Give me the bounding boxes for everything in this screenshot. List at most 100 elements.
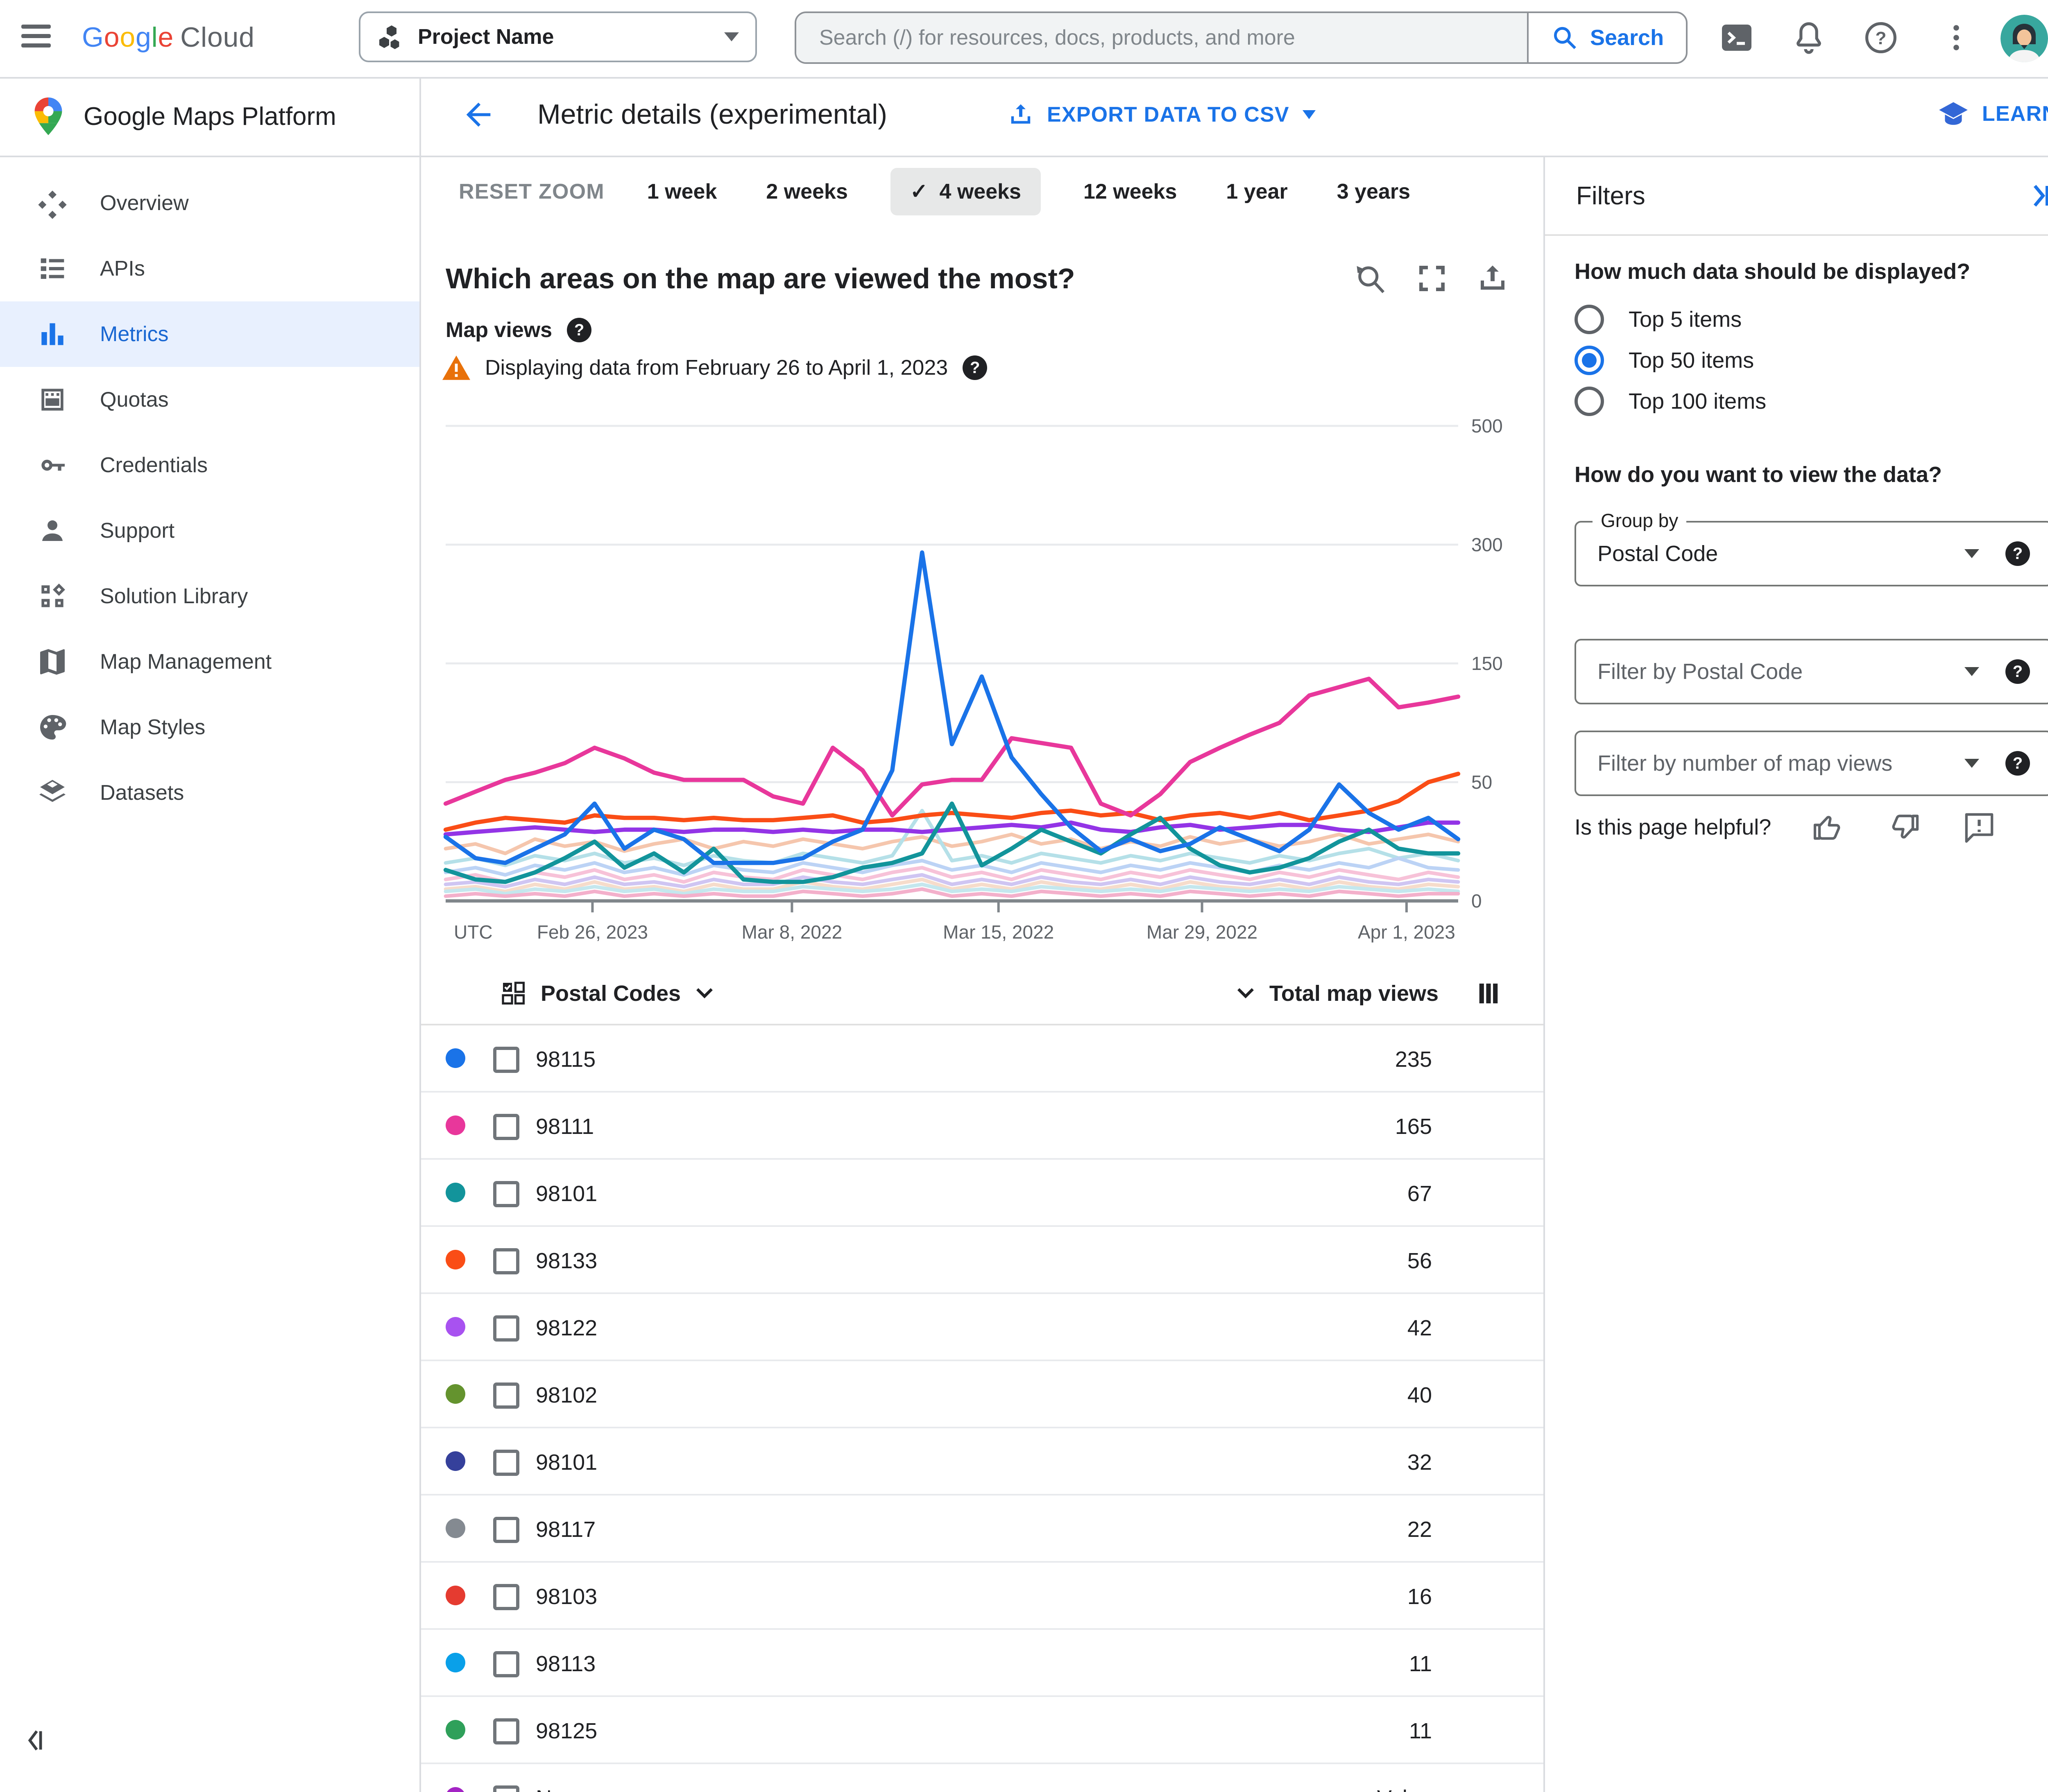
row-checkbox[interactable] <box>493 1315 519 1342</box>
feedback-icon[interactable] <box>1961 809 1997 845</box>
learn-button[interactable]: LEARN <box>1938 100 2048 128</box>
table-row[interactable]: 98125 11 <box>421 1697 1543 1764</box>
table-footer-row[interactable]: Name Value <box>421 1764 1543 1792</box>
filter-views-select[interactable]: Filter by number of map views ? <box>1575 731 2048 796</box>
sidebar: Google Maps Platform Overview APIs Metrics… <box>0 77 421 1792</box>
map-views-value: 40 <box>1407 1383 1432 1407</box>
radio-icon[interactable] <box>1575 346 1604 375</box>
group-by-select[interactable]: Group by Postal Code ? <box>1575 509 2048 586</box>
credentials-icon <box>36 449 69 482</box>
range-tab-1-year[interactable]: 1 year <box>1219 168 1294 215</box>
row-checkbox[interactable] <box>493 1517 519 1543</box>
row-checkbox[interactable] <box>493 1248 519 1274</box>
group-by-help-icon[interactable]: ? <box>2005 541 2030 566</box>
sidebar-item-quotas[interactable]: Quotas <box>0 367 419 432</box>
menu-icon[interactable] <box>21 25 51 51</box>
back-arrow-icon[interactable] <box>460 97 496 133</box>
series-color-dot <box>446 1586 465 1605</box>
sidebar-item-overview[interactable]: Overview <box>0 170 419 236</box>
sidebar-item-map-styles[interactable]: Map Styles <box>0 695 419 760</box>
warning-help-icon[interactable]: ? <box>963 355 988 380</box>
cloud-shell-icon[interactable] <box>1717 18 1756 57</box>
svg-text:Apr 1, 2023: Apr 1, 2023 <box>1358 921 1455 943</box>
table-row[interactable]: 98101 67 <box>421 1160 1543 1227</box>
reset-zoom-button[interactable]: RESET ZOOM <box>459 179 605 204</box>
radio-option-top-100-items[interactable]: Top 100 items <box>1575 387 1766 416</box>
range-tab-12-weeks[interactable]: 12 weeks <box>1077 168 1183 215</box>
notifications-icon[interactable] <box>1789 18 1828 57</box>
zoom-reset-icon[interactable] <box>1353 262 1388 296</box>
map-views-value: 235 <box>1395 1047 1432 1072</box>
sidebar-item-apis[interactable]: APIs <box>0 236 419 301</box>
sidebar-item-metrics[interactable]: Metrics <box>0 301 419 367</box>
thumb-down-icon[interactable] <box>1886 809 1922 845</box>
filters-header: Filters <box>1545 157 2048 236</box>
warning-text: Displaying data from February 26 to Apri… <box>485 356 948 380</box>
collapse-panel-icon[interactable] <box>2027 183 2048 209</box>
page-header: Metric details (experimental) EXPORT DAT… <box>421 77 2048 157</box>
table-row[interactable]: 98115 235 <box>421 1025 1543 1093</box>
row-checkbox[interactable] <box>493 1047 519 1073</box>
postal-code-label: 98103 <box>536 1584 598 1609</box>
search-icon <box>1554 27 1576 49</box>
sidebar-item-datasets[interactable]: Datasets <box>0 760 419 826</box>
table-row[interactable]: 98101 32 <box>421 1428 1543 1496</box>
collapse-sidebar-icon[interactable] <box>23 1728 48 1753</box>
avatar[interactable] <box>2000 15 2048 62</box>
map-views-value: 22 <box>1407 1517 1432 1542</box>
filter-postal-help-icon[interactable]: ? <box>2005 659 2030 684</box>
export-chart-icon[interactable] <box>1476 262 1509 296</box>
row-checkbox[interactable] <box>493 1114 519 1140</box>
range-tab-4-weeks[interactable]: ✓ 4 weeks <box>890 168 1041 215</box>
row-checkbox[interactable] <box>493 1181 519 1207</box>
range-tab-2-weeks[interactable]: 2 weeks <box>759 168 854 215</box>
help-icon[interactable]: ? <box>1861 18 1901 57</box>
row-checkbox[interactable] <box>493 1382 519 1409</box>
sidebar-item-map-management[interactable]: Map Management <box>0 629 419 695</box>
map-views-chart[interactable]: 0 50 150 300 500 Feb 26, 2023 Mar 8, 2022 Mar 1… <box>429 413 1511 963</box>
range-tab-1-week[interactable]: 1 week <box>641 168 724 215</box>
group-column-header[interactable]: Postal Codes <box>421 981 714 1006</box>
sidebar-item-credentials[interactable]: Credentials <box>0 432 419 498</box>
table-row[interactable]: 98113 11 <box>421 1630 1543 1697</box>
sidebar-item-support[interactable]: Support <box>0 498 419 563</box>
warning-row: Displaying data from February 26 to Apri… <box>442 355 988 380</box>
range-tab-label: 12 weeks <box>1083 180 1177 204</box>
fullscreen-icon[interactable] <box>1416 262 1448 296</box>
search-field[interactable] <box>796 13 1529 62</box>
map-views-value: 42 <box>1407 1316 1432 1340</box>
table-row[interactable]: 98133 56 <box>421 1227 1543 1294</box>
row-checkbox[interactable] <box>493 1785 519 1792</box>
table-row[interactable]: 98122 42 <box>421 1294 1543 1361</box>
series-color-dot <box>446 1317 465 1337</box>
map-views-value: 11 <box>1409 1652 1432 1676</box>
product-title: Google Maps Platform <box>84 102 336 131</box>
table-row[interactable]: 98102 40 <box>421 1361 1543 1428</box>
value-column-header[interactable]: Total map views <box>1237 981 1439 1006</box>
sidebar-item-label: Support <box>100 519 175 543</box>
table-row[interactable]: 98117 22 <box>421 1496 1543 1563</box>
thumb-up-icon[interactable] <box>1810 809 1846 845</box>
filter-postal-select[interactable]: Filter by Postal Code ? <box>1575 639 2048 704</box>
row-checkbox[interactable] <box>493 1584 519 1610</box>
more-vert-icon[interactable] <box>1937 18 1976 57</box>
row-checkbox[interactable] <box>493 1718 519 1744</box>
metric-help-icon[interactable]: ? <box>567 318 592 342</box>
range-tab-3-years[interactable]: 3 years <box>1330 168 1417 215</box>
table-row[interactable]: 98103 16 <box>421 1563 1543 1630</box>
project-selector[interactable]: Project Name <box>359 11 757 62</box>
row-checkbox[interactable] <box>493 1450 519 1476</box>
radio-icon[interactable] <box>1575 305 1604 334</box>
radio-option-top-5-items[interactable]: Top 5 items <box>1575 305 1742 334</box>
radio-icon[interactable] <box>1575 387 1604 416</box>
columns-icon[interactable] <box>1478 982 1499 1005</box>
table-row[interactable]: 98111 165 <box>421 1093 1543 1160</box>
sidebar-item-solution-library[interactable]: Solution Library <box>0 563 419 629</box>
radio-option-top-50-items[interactable]: Top 50 items <box>1575 346 1754 375</box>
row-checkbox[interactable] <box>493 1651 519 1677</box>
search-button[interactable]: Search <box>1529 13 1686 62</box>
export-csv-button[interactable]: EXPORT DATA TO CSV <box>1008 102 1316 128</box>
filter-views-help-icon[interactable]: ? <box>2005 751 2030 776</box>
search-input[interactable] <box>816 24 1507 52</box>
solution-library-icon <box>36 580 69 613</box>
